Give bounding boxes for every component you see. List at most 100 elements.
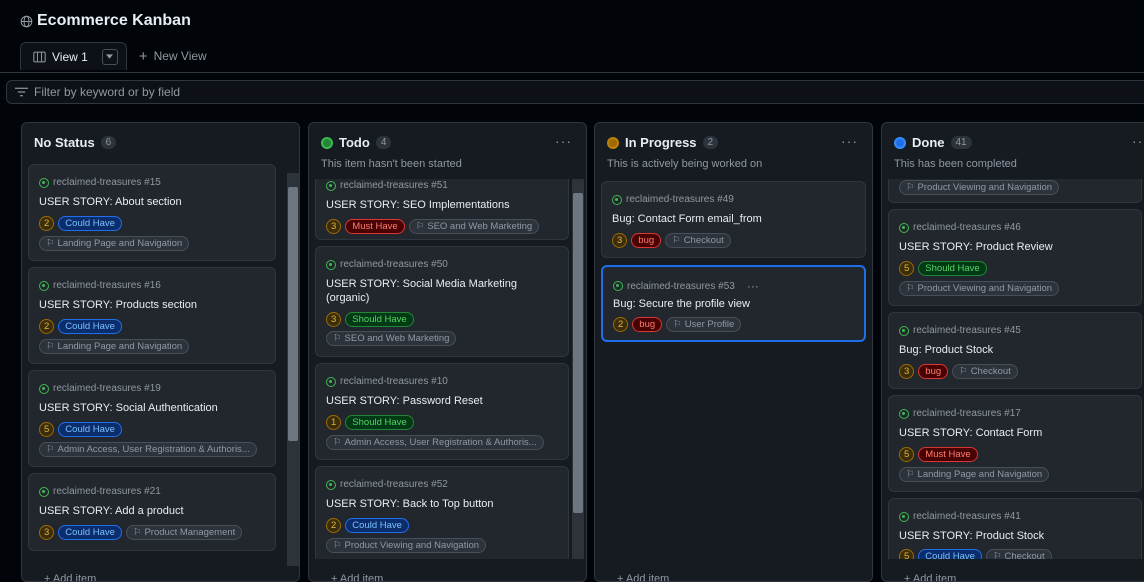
issue-card[interactable]: reclaimed-treasures #21 USER STORY: Add … bbox=[28, 473, 276, 551]
add-item-label: Add item bbox=[339, 573, 384, 582]
milestone-badge: ⚐ Admin Access, User Registration & Autho… bbox=[39, 442, 257, 457]
filter-input[interactable]: Filter by keyword or by field bbox=[34, 85, 180, 99]
estimate-badge: 5 bbox=[899, 261, 915, 276]
milestone-text: Product Viewing and Navigation bbox=[917, 182, 1053, 193]
column-cards: ⚐ Product Viewing and Navigation reclaime… bbox=[888, 179, 1144, 559]
issue-card[interactable]: reclaimed-treasures #49 Bug: Contact For… bbox=[601, 181, 866, 258]
card-title[interactable]: USER STORY: Social Authentication bbox=[39, 401, 267, 415]
card-meta: reclaimed-treasures #10 bbox=[326, 376, 448, 387]
open-issue-icon bbox=[899, 408, 909, 419]
issue-card[interactable]: reclaimed-treasures #41 USER STORY: Prod… bbox=[888, 498, 1142, 559]
estimate-badge: 2 bbox=[39, 216, 55, 231]
open-issue-icon bbox=[899, 325, 909, 336]
milestone-icon: ⚐ bbox=[959, 366, 968, 377]
card-title[interactable]: USER STORY: Product Stock bbox=[899, 529, 1133, 543]
column-description: This is actively being worked on bbox=[607, 158, 763, 170]
milestone-icon: ⚐ bbox=[415, 221, 425, 232]
bug-label: bug bbox=[918, 364, 949, 379]
new-view-button[interactable]: + New View bbox=[139, 48, 207, 65]
issue-card[interactable]: reclaimed-treasures #45 Bug: Product Sto… bbox=[888, 312, 1142, 389]
issue-card[interactable]: reclaimed-treasures #51 USER STORY: SEO … bbox=[315, 179, 569, 240]
milestone-icon: ⚐ bbox=[906, 283, 915, 294]
milestone-text: Admin Access, User Registration & Author… bbox=[344, 437, 537, 448]
column-scrollbar[interactable] bbox=[572, 179, 584, 559]
card-repo: reclaimed-treasures #15 bbox=[53, 177, 161, 188]
milestone-icon: ⚐ bbox=[906, 469, 915, 480]
milestone-text: Product Viewing and Navigation bbox=[917, 283, 1053, 294]
card-title[interactable]: USER STORY: About section bbox=[39, 195, 267, 209]
filter-bar[interactable]: Filter by keyword or by field bbox=[6, 80, 1144, 104]
issue-card[interactable]: ⚐ Product Viewing and Navigation bbox=[888, 179, 1142, 203]
card-menu-button[interactable]: ··· bbox=[747, 279, 759, 293]
column-title-text: Todo bbox=[339, 135, 370, 150]
issue-card[interactable]: reclaimed-treasures #17 USER STORY: Cont… bbox=[888, 395, 1142, 492]
issue-card-selected[interactable]: reclaimed-treasures #53 ··· Bug: Secure t… bbox=[601, 265, 866, 342]
milestone-badge: ⚐ Landing Page and Navigation bbox=[899, 467, 1050, 482]
scrollbar-thumb[interactable] bbox=[573, 193, 583, 513]
card-title[interactable]: Bug: Product Stock bbox=[899, 343, 1133, 357]
chevron-down-icon bbox=[106, 54, 114, 59]
milestone-icon: ⚐ bbox=[132, 527, 142, 538]
card-title[interactable]: USER STORY: Password Reset bbox=[326, 394, 560, 408]
column-header: In Progress 2 This is actively being wor… bbox=[595, 123, 872, 177]
card-meta: reclaimed-treasures #16 bbox=[39, 280, 161, 291]
add-item-button[interactable]: + Add item bbox=[617, 573, 669, 581]
scrollbar-thumb[interactable] bbox=[288, 187, 298, 441]
issue-card[interactable]: reclaimed-treasures #50 USER STORY: Soci… bbox=[315, 246, 569, 357]
card-title[interactable]: USER STORY: Social Media Marketing (orga… bbox=[326, 277, 560, 305]
priority-label: Could Have bbox=[918, 549, 982, 559]
issue-card[interactable]: reclaimed-treasures #10 USER STORY: Pass… bbox=[315, 363, 569, 460]
add-item-button[interactable]: + Add item bbox=[44, 573, 96, 581]
filter-icon bbox=[15, 87, 28, 97]
status-dot-icon bbox=[321, 136, 333, 149]
priority-label: Could Have bbox=[58, 422, 122, 437]
issue-card[interactable]: reclaimed-treasures #52 USER STORY: Back… bbox=[315, 466, 569, 559]
view-tabs: View 1 + New View bbox=[20, 42, 207, 70]
milestone-icon: ⚐ bbox=[992, 551, 1002, 559]
project-title-text: Ecommerce Kanban bbox=[37, 12, 191, 29]
card-title[interactable]: Bug: Contact Form email_from bbox=[612, 212, 857, 226]
tab-view-1[interactable]: View 1 bbox=[20, 42, 127, 70]
column-header: Done 41 This has been completed ··· bbox=[882, 123, 1144, 177]
priority-label: Should Have bbox=[345, 415, 414, 430]
column-menu-button[interactable]: ··· bbox=[841, 133, 858, 149]
milestone-icon: ⚐ bbox=[333, 333, 342, 344]
globe-icon bbox=[20, 15, 33, 27]
milestone-icon: ⚐ bbox=[673, 319, 682, 330]
estimate-badge: 3 bbox=[612, 233, 628, 248]
card-title[interactable]: USER STORY: Contact Form bbox=[899, 426, 1133, 440]
card-title[interactable]: USER STORY: SEO Implementations bbox=[326, 198, 560, 212]
card-title[interactable]: USER STORY: Add a product bbox=[39, 504, 267, 518]
issue-card[interactable]: reclaimed-treasures #19 USER STORY: Soci… bbox=[28, 370, 276, 467]
priority-label: Could Have bbox=[345, 518, 409, 533]
add-item-button[interactable]: + Add item bbox=[904, 573, 956, 581]
card-title[interactable]: Bug: Secure the profile view bbox=[613, 297, 856, 311]
column-done: Done 41 This has been completed ··· ⚐Pro… bbox=[881, 122, 1144, 582]
add-item-button[interactable]: + Add item bbox=[331, 573, 384, 582]
card-repo: reclaimed-treasures #53 bbox=[627, 280, 735, 292]
issue-card[interactable]: reclaimed-treasures #16 USER STORY: Prod… bbox=[28, 267, 276, 364]
column-title-text: Done bbox=[912, 135, 945, 150]
estimate-badge: 5 bbox=[899, 549, 915, 559]
column-count: 41 bbox=[950, 136, 972, 149]
milestone-text: Admin Access, User Registration & Author… bbox=[57, 444, 250, 455]
card-repo: reclaimed-treasures #50 bbox=[340, 259, 448, 270]
column-menu-button[interactable]: ··· bbox=[555, 133, 572, 149]
column-menu-button[interactable]: ··· bbox=[1132, 133, 1144, 149]
card-repo: reclaimed-treasures #51 bbox=[340, 180, 448, 191]
open-issue-icon bbox=[613, 281, 623, 291]
card-title[interactable]: USER STORY: Products section bbox=[39, 298, 267, 312]
column-scrollbar[interactable] bbox=[287, 173, 299, 566]
column-no-status: No Status 6 reclaimed-treasures #15 USER… bbox=[21, 122, 300, 582]
card-meta: reclaimed-treasures #21 bbox=[39, 486, 161, 497]
open-issue-icon bbox=[39, 280, 49, 291]
view-options-button[interactable] bbox=[101, 48, 118, 65]
card-title[interactable]: USER STORY: Back to Top button bbox=[326, 497, 560, 511]
column-title: No Status 6 bbox=[34, 135, 117, 150]
issue-card[interactable]: reclaimed-treasures #15 USER STORY: Abou… bbox=[28, 164, 276, 261]
milestone-icon: ⚐ bbox=[46, 444, 55, 455]
card-title[interactable]: USER STORY: Product Review bbox=[899, 240, 1133, 254]
issue-card[interactable]: reclaimed-treasures #46 USER STORY: Prod… bbox=[888, 209, 1142, 306]
priority-label: Should Have bbox=[918, 261, 987, 276]
card-meta: reclaimed-treasures #52 bbox=[326, 479, 448, 490]
